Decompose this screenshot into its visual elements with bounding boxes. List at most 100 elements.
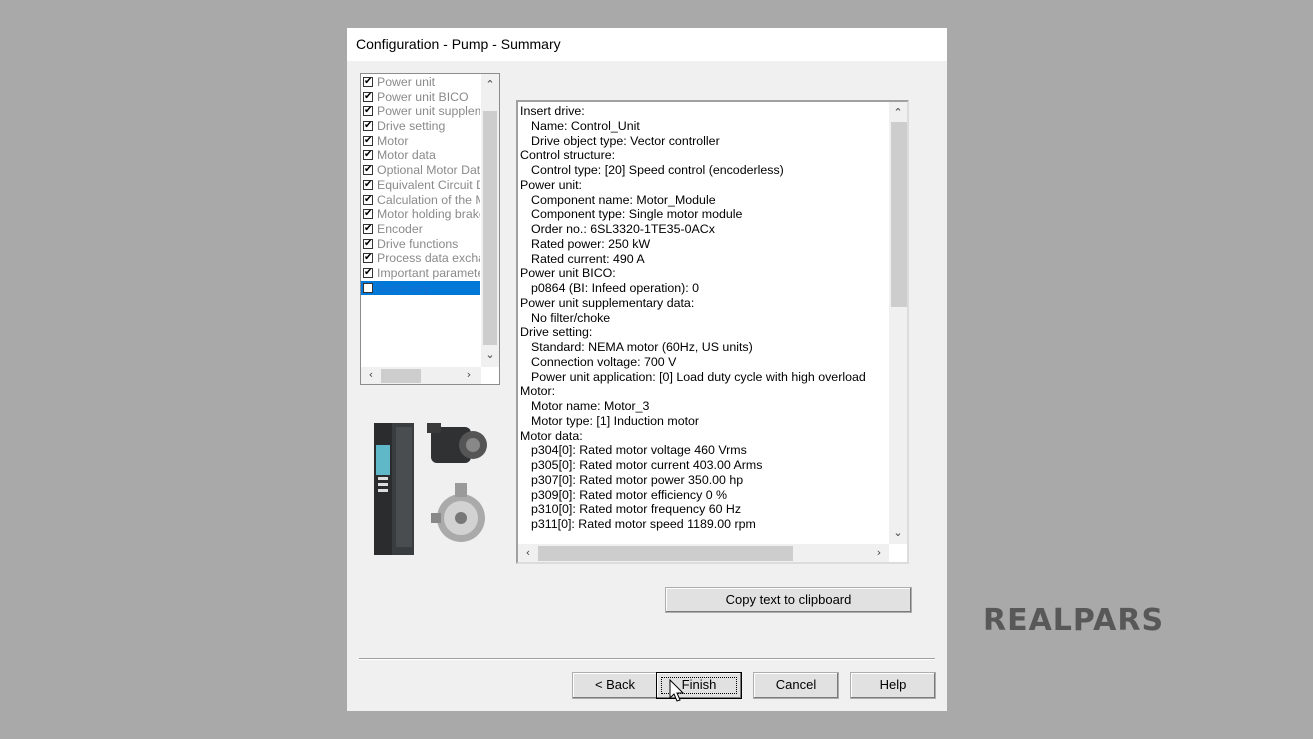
summary-line: Motor: xyxy=(520,384,556,399)
summary-line: p311[0]: Rated motor speed 1189.00 rpm xyxy=(531,517,756,531)
summary-line: Control type: [20] Speed control (encode… xyxy=(531,163,784,177)
tree-item[interactable]: ✔ Power unit xyxy=(361,75,480,90)
checked-checkbox-icon[interactable]: ✔ xyxy=(363,253,373,264)
tree-item[interactable]: ✔ Power unit BICO xyxy=(361,90,480,105)
summary-line: p0864 (BI: Infeed operation): 0 xyxy=(531,281,700,295)
summary-line: Name: Control_Unit xyxy=(531,118,640,133)
unchecked-checkbox-icon[interactable] xyxy=(363,282,373,293)
summary-line: Control structure: xyxy=(520,148,616,163)
checked-checkbox-icon[interactable]: ✔ xyxy=(363,179,373,190)
checked-checkbox-icon[interactable]: ✔ xyxy=(363,77,373,87)
tree-item[interactable]: Summary xyxy=(361,280,480,296)
tree-item-label: Power unit supplem xyxy=(377,104,480,119)
tree-item-label: Calculation of the M xyxy=(377,192,480,207)
summary-line: No filter/choke xyxy=(531,310,611,325)
summary-line: Rated current: 490 A xyxy=(531,251,645,266)
checked-checkbox-icon[interactable]: ✔ xyxy=(363,91,373,102)
scroll-left-icon[interactable]: ‹ xyxy=(363,368,379,382)
tree-item-label: Important paramete xyxy=(377,265,480,280)
checked-checkbox-icon[interactable]: ✔ xyxy=(363,209,373,220)
summary-line: Drive object type: Vector controller xyxy=(531,133,720,148)
tree-item-label: Optional Motor Dat xyxy=(377,163,480,178)
summary-line: Insert drive: xyxy=(520,104,585,118)
separator xyxy=(359,658,935,660)
summary-line: Standard: NEMA motor (60Hz, US units) xyxy=(531,340,753,354)
summary-line: Motor data: xyxy=(520,428,583,443)
checked-checkbox-icon[interactable]: ✔ xyxy=(363,135,373,146)
summary-line: p304[0]: Rated motor voltage 460 Vrms xyxy=(531,443,747,458)
tree-item[interactable]: ✔ Power unit supplem xyxy=(361,104,480,119)
help-button[interactable]: Help xyxy=(850,672,936,699)
tree-item-label: Drive setting xyxy=(377,119,446,134)
tree-item-label: Power unit BICO xyxy=(377,89,469,104)
summary-line: Motor type: [1] Induction motor xyxy=(531,413,700,428)
scroll-right-icon[interactable]: › xyxy=(871,546,887,560)
tree-list: ✔ Power unit ✔ Power unit BICO ✔ Power unit s… xyxy=(361,75,480,296)
copy-to-clipboard-button[interactable]: Copy text to clipboard xyxy=(665,587,912,613)
tree-item-label: Drive functions xyxy=(377,236,459,251)
checked-checkbox-icon[interactable]: ✔ xyxy=(363,165,373,176)
summary-line: Component type: Single motor module xyxy=(531,207,743,222)
tree-item[interactable]: ✔ Encoder xyxy=(361,222,480,237)
summary-text-box[interactable]: Insert drive: Name: Control_Unit Drive obj… xyxy=(516,100,909,564)
summary-line: p305[0]: Rated motor current 403.00 Arms xyxy=(531,458,763,472)
scroll-up-icon[interactable]: ⌃ xyxy=(890,106,906,120)
tree-item[interactable]: ✔ Motor data xyxy=(361,148,480,163)
mouse-pointer-icon xyxy=(669,679,685,702)
scroll-thumb[interactable] xyxy=(891,122,907,307)
tree-item-label: Motor data xyxy=(377,148,436,163)
tree-item[interactable]: ✔ Motor xyxy=(361,134,480,149)
scroll-thumb[interactable] xyxy=(538,546,793,561)
realpars-logo: REALPARS xyxy=(983,603,1165,638)
tree-item[interactable]: ✔ Important paramete xyxy=(361,266,480,281)
scroll-left-icon[interactable]: ‹ xyxy=(520,546,536,560)
summary-line: Power unit application: [0] Load duty cy… xyxy=(531,369,866,384)
configuration-dialog: Configuration - Pump - Summary ✔ Power un… xyxy=(347,28,947,711)
tree-item[interactable]: ✔ Optional Motor Dat xyxy=(361,163,480,178)
summary-line: p310[0]: Rated motor frequency 60 Hz xyxy=(531,502,742,517)
summary-line: Connection voltage: 700 V xyxy=(531,354,677,369)
summary-vertical-scrollbar[interactable]: ⌃ ⌄ xyxy=(889,102,907,544)
tree-item-label: Encoder xyxy=(377,221,423,236)
scroll-thumb[interactable] xyxy=(381,369,421,383)
checked-checkbox-icon[interactable]: ✔ xyxy=(363,121,373,132)
tree-vertical-scrollbar[interactable]: ⌃ ⌄ xyxy=(481,74,499,367)
summary-line: Power unit: xyxy=(520,177,582,192)
summary-line: Power unit BICO: xyxy=(520,266,616,281)
scroll-up-icon[interactable]: ⌃ xyxy=(482,78,498,92)
tree-item[interactable]: ✔ Drive functions xyxy=(361,237,480,252)
cancel-button[interactable]: Cancel xyxy=(753,672,839,699)
summary-line: Motor name: Motor_3 xyxy=(531,399,650,413)
summary-line: Rated power: 250 kW xyxy=(531,236,651,251)
tree-item-label: Motor xyxy=(377,133,409,148)
tree-item[interactable]: ✔ Process data excha xyxy=(361,251,480,266)
drive-hardware-image xyxy=(374,423,487,555)
tree-item[interactable]: ✔ Equivalent Circuit D xyxy=(361,178,480,193)
scroll-down-icon[interactable]: ⌄ xyxy=(482,348,498,362)
back-button[interactable]: < Back xyxy=(572,672,658,699)
checked-checkbox-icon[interactable]: ✔ xyxy=(363,106,373,117)
window-title: Configuration - Pump - Summary xyxy=(347,28,947,61)
scroll-down-icon[interactable]: ⌄ xyxy=(890,526,906,540)
tree-item-label: Process data excha xyxy=(377,251,480,266)
tree-horizontal-scrollbar[interactable]: ‹ › xyxy=(361,367,481,384)
tree-item-label: Power unit xyxy=(377,75,436,89)
scroll-thumb[interactable] xyxy=(483,111,497,345)
wizard-step-tree[interactable]: ✔ Power unit ✔ Power unit BICO ✔ Power unit s… xyxy=(360,73,500,385)
checked-checkbox-icon[interactable]: ✔ xyxy=(363,194,373,205)
checked-checkbox-icon[interactable]: ✔ xyxy=(363,150,373,161)
summary-line: p307[0]: Rated motor power 350.00 hp xyxy=(531,472,744,487)
tree-item[interactable]: ✔ Calculation of the M xyxy=(361,193,480,208)
summary-line: Order no.: 6SL3320-1TE35-0ACx xyxy=(531,222,715,236)
summary-line: p309[0]: Rated motor efficiency 0 % xyxy=(531,487,728,502)
tree-item[interactable]: ✔ Motor holding brake xyxy=(361,207,480,222)
summary-line: Drive setting: xyxy=(520,325,593,340)
checked-checkbox-icon[interactable]: ✔ xyxy=(363,267,373,278)
tree-item-label: Equivalent Circuit D xyxy=(377,177,480,192)
checked-checkbox-icon[interactable]: ✔ xyxy=(363,238,373,249)
summary-horizontal-scrollbar[interactable]: ‹ › xyxy=(518,544,889,562)
checked-checkbox-icon[interactable]: ✔ xyxy=(363,223,373,234)
tree-item[interactable]: ✔ Drive setting xyxy=(361,119,480,134)
summary-line: Power unit supplementary data: xyxy=(520,295,695,310)
scroll-right-icon[interactable]: › xyxy=(461,368,477,382)
